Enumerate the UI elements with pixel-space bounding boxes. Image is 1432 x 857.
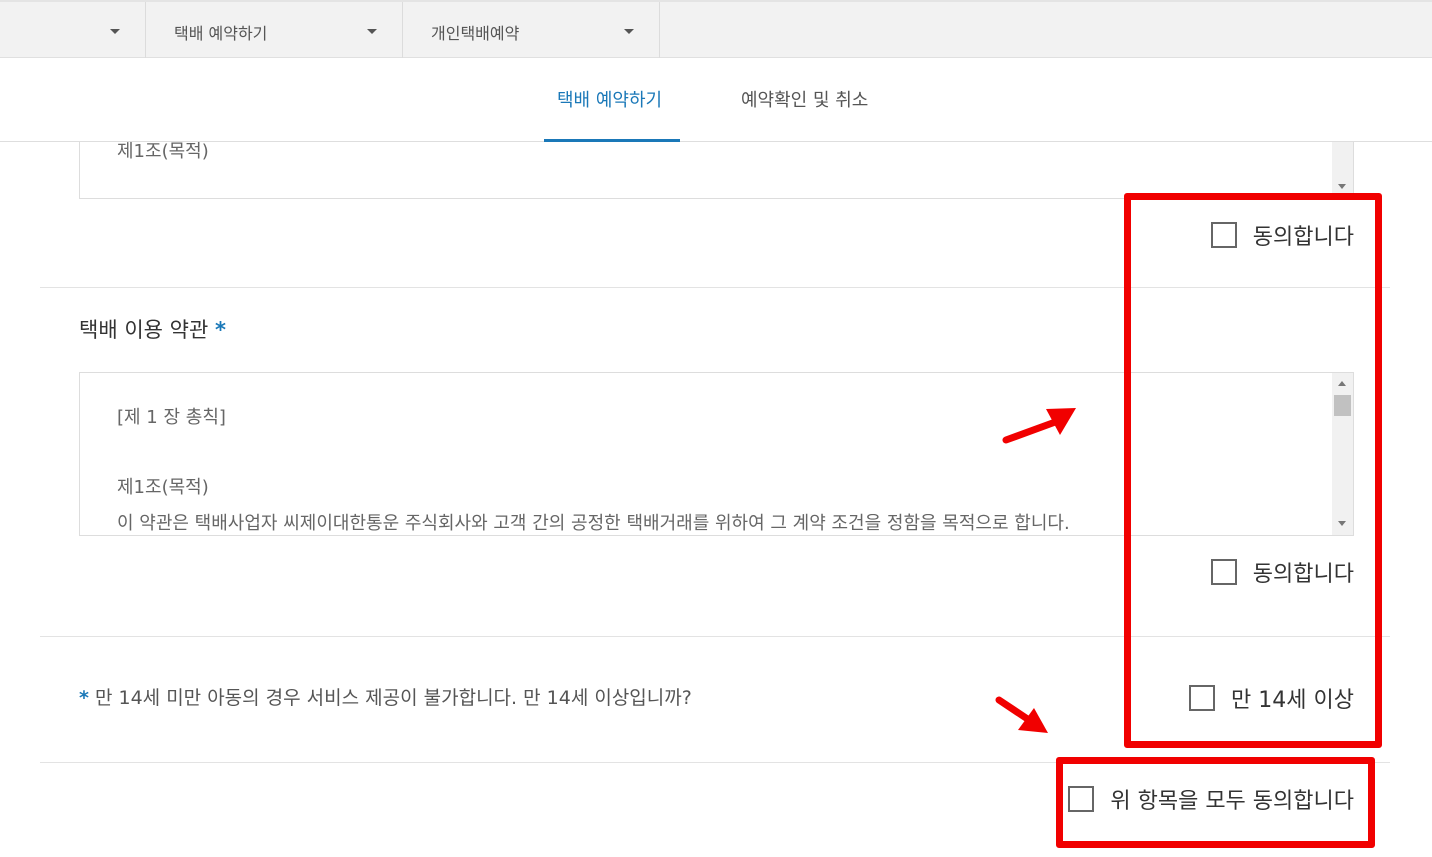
checkbox-icon[interactable] [1210, 222, 1237, 248]
privacy-agree-label: 동의합니다 [1252, 225, 1354, 250]
age-question: * 만 14세 미만 아동의 경우 서비스 제공이 불가합니다. 만 14세 이… [79, 683, 692, 710]
annotation-arrow-icon [995, 696, 1048, 733]
tab-reservation-check[interactable]: 예약확인 및 취소 [728, 58, 888, 142]
scroll-down-icon[interactable] [1338, 521, 1346, 526]
scroll-thumb[interactable] [1334, 395, 1351, 416]
service-dropdown-label: 택배 예약하기 [174, 24, 268, 43]
agree-all-label: 위 항목을 모두 동의합니다 [1110, 789, 1354, 814]
service-terms-line: [제 1 장 총칙] [117, 407, 226, 428]
privacy-agree-checkbox[interactable]: 동의합니다 [1210, 220, 1354, 250]
tab-reservation[interactable]: 택배 예약하기 [544, 58, 680, 142]
service-agree-checkbox[interactable]: 동의합니다 [1210, 557, 1354, 587]
chevron-down-icon [367, 29, 377, 34]
service-terms-title-text: 택배 이용 약관 [79, 318, 209, 342]
tab-reservation-check-label: 예약확인 및 취소 [741, 90, 869, 111]
type-dropdown-label: 개인택배예약 [431, 24, 520, 43]
tab-reservation-label: 택배 예약하기 [557, 90, 663, 111]
scroll-up-icon[interactable] [1338, 381, 1346, 386]
service-dropdown[interactable]: 택배 예약하기 [146, 2, 403, 58]
type-dropdown[interactable]: 개인택배예약 [403, 2, 660, 58]
required-mark: * [79, 687, 89, 709]
agree-all-checkbox[interactable]: 위 항목을 모두 동의합니다 [1068, 784, 1354, 814]
breadcrumb-bar: 택배 예약하기 개인택배예약 [0, 0, 1432, 58]
service-terms-line: 이 약관은 택배사업자 씨제이대한통운 주식회사와 고객 간의 공정한 택배거래… [117, 513, 1070, 534]
service-terms-scrollbar[interactable] [1332, 373, 1353, 535]
divider [40, 287, 1390, 288]
home-dropdown[interactable] [0, 2, 146, 58]
age-question-text: 만 14세 미만 아동의 경우 서비스 제공이 불가합니다. 만 14세 이상입… [94, 687, 692, 709]
required-mark: * [214, 318, 226, 342]
age-check-checkbox[interactable]: 만 14세 이상 [1189, 683, 1354, 713]
checkbox-icon[interactable] [1068, 786, 1095, 812]
chevron-down-icon [624, 29, 634, 34]
tab-bar: 택배 예약하기 예약확인 및 취소 [0, 58, 1432, 142]
age-check-label: 만 14세 이상 [1231, 688, 1354, 713]
divider [40, 762, 1390, 763]
scroll-down-icon[interactable] [1338, 184, 1346, 189]
service-terms-box[interactable]: [제 1 장 총칙] 제1조(목적) 이 약관은 택배사업자 씨제이대한통운 주… [79, 372, 1354, 536]
service-terms-line: 제1조(목적) [117, 477, 209, 498]
checkbox-icon[interactable] [1210, 559, 1237, 585]
divider [40, 636, 1390, 637]
service-terms-title: 택배 이용 약관 * [79, 314, 226, 344]
service-agree-label: 동의합니다 [1252, 562, 1354, 587]
chevron-down-icon [110, 29, 120, 34]
checkbox-icon[interactable] [1189, 685, 1216, 711]
